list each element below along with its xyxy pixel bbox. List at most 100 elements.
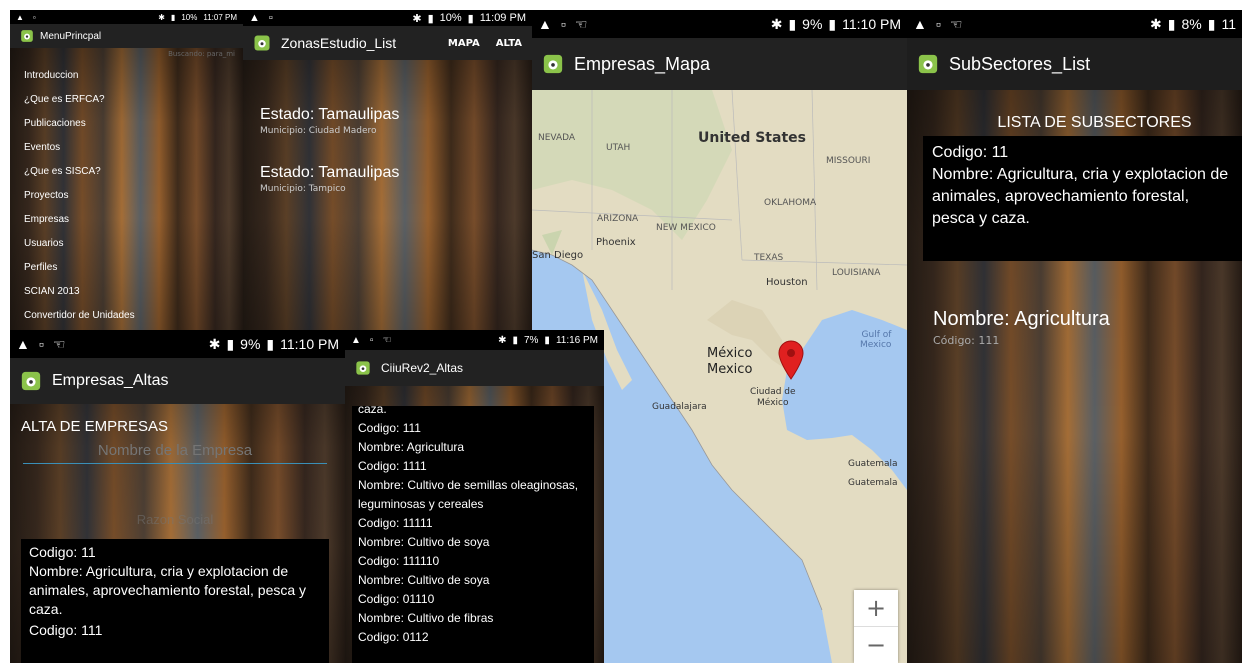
battery-icon: ▮ [828,15,837,32]
map-label-texas: TEXAS [754,253,784,263]
battery-icon: ▮ [1207,15,1216,32]
battery-percent: 10% [181,12,198,22]
map-marker-pin[interactable] [778,340,804,380]
zona-list-item[interactable]: Estado: Tamaulipas Municipio: Tampico [243,136,532,194]
screen-title: Empresas_Mapa [574,53,711,74]
ciiu-list-box: caza. Codigo: 111 Nombre: Agricultura Co… [352,406,594,663]
menu-item-que-es-erfca[interactable]: ¿Que es ERFCA? [10,88,243,112]
menu-title: MenuPrincpal [40,30,102,42]
list-line: Nombre: Cultivo de fibras [358,611,494,625]
map-label-united-states: United States [698,130,806,146]
action-bar: SubSectores_List [907,38,1242,90]
mapa-action[interactable]: MAPA [448,38,480,49]
zona-list-item[interactable]: Estado: Tamaulipas Municipio: Ciudad Mad… [243,60,532,136]
subsectores-screen: ▲ ▫ ☜ ✱ ▮ 8% ▮ 11 SubSectores_List LISTA DE SU… [907,10,1242,663]
menu-item-scian-2013[interactable]: SCIAN 2013 [10,280,243,304]
municipio-label: Municipio: Tampico [260,184,346,194]
action-bar: CiiuRev2_Altas [345,350,604,386]
status-time: 11:16 PM [555,334,598,346]
tap-icon: ☜ [382,334,392,346]
status-bar: ▲ ▫ ☜ ✱ ▮ 7% ▮ 11:16 PM [345,330,604,350]
battery-icon: ▮ [467,12,474,25]
status-time: 11:10 PM [842,16,901,32]
bluetooth-icon: ✱ [412,12,422,25]
alta-action[interactable]: ALTA [496,38,522,49]
status-time: 11:09 PM [479,12,526,24]
empresa-name-input[interactable] [23,438,327,464]
map-label-phoenix: Phoenix [596,237,636,248]
bluetooth-icon: ✱ [1150,15,1162,32]
alert-icon: ▲ [538,16,552,32]
zoom-out-button[interactable]: − [854,627,898,663]
screen-title: ZonasEstudio_List [281,35,397,51]
image-icon: ▫ [560,16,566,32]
menu-item-introduccion[interactable]: Introduccion [10,64,243,88]
list-line: Nombre: Cultivo de soya [358,573,490,587]
subsector-detail-box: Codigo: 11 Nombre: Agricultura, cria y e… [21,539,329,663]
zoom-controls: + − [854,590,898,663]
signal-icon: ▮ [226,335,235,352]
list-line: caza. [358,406,387,416]
bluetooth-icon: ✱ [770,15,783,32]
map-label-utah: UTAH [606,143,631,153]
menu-item-empresas[interactable]: Empresas [10,208,243,232]
menu-item-proyectos[interactable]: Proyectos [10,184,243,208]
menu-item-que-es-sisca[interactable]: ¿Que es SISCA? [10,160,243,184]
action-bar: Empresas_Altas [10,358,345,404]
bluetooth-icon: ✱ [208,335,221,352]
menu-item-convertidor[interactable]: Convertidor de Unidades [10,304,243,328]
signal-icon: ▮ [788,15,797,32]
android-app-icon [356,361,370,375]
subsector-list-item[interactable]: Nombre: Agricultura Código: 111 [933,308,1110,347]
municipio-label: Municipio: Ciudad Madero [260,126,377,136]
signal-icon: ▮ [1167,15,1176,32]
ciiu-altas-screen: ▲ ▫ ☜ ✱ ▮ 7% ▮ 11:16 PM CiiuRev2_Altas caza. C… [345,330,604,663]
signal-icon: ▮ [427,12,434,25]
battery-icon: ▮ [544,334,550,346]
alert-icon: ▲ [351,334,361,346]
list-line: Codigo: 01110 [358,592,435,606]
bluetooth-icon: ✱ [498,334,507,346]
map-label-new-mexico: NEW MEXICO [656,223,716,233]
nombre-label: Nombre: Agricultura, cria y explotacion … [29,563,307,617]
alert-icon: ▲ [249,12,260,24]
empresas-altas-screen: ▲ ▫ ☜ ✱ ▮ 9% ▮ 11:10 PM Empresas_Altas ALTA DE… [10,330,345,663]
estado-label: Estado: Tamaulipas [260,106,400,123]
menu-item-publicaciones[interactable]: Publicaciones [10,112,243,136]
list-line: Codigo: 111110 [358,554,440,568]
menu-header: MenuPrincpal [10,24,243,48]
map-label-houston: Houston [766,277,808,288]
menu-principal-screen: ▲ ▫ ✱ ▮ 10% 11:07 PM MenuPrincpal Buscando: … [10,10,243,330]
list-line: Codigo: 111 [358,421,421,435]
nombre-label: Nombre: Agricultura, cria y explotacion … [932,166,1229,227]
android-app-icon [21,371,41,391]
map-label-louisiana: LOUISIANA [832,268,881,278]
list-line: Nombre: Cultivo de semillas oleaginosas,… [358,478,579,511]
battery-percent: 9% [240,336,261,352]
codigo-label: Codigo: 11 [932,144,1009,161]
menu-item-usuarios[interactable]: Usuarios [10,232,243,256]
zoom-in-button[interactable]: + [854,590,898,627]
tap-icon: ☜ [949,15,963,32]
item-nombre: Nombre: Agricultura [933,308,1110,330]
status-bar: ▲ ▫ ☜ ✱ ▮ 8% ▮ 11 [907,10,1242,38]
battery-percent: 10% [439,12,462,24]
list-line: Nombre: Cultivo de soya [358,535,490,549]
menu-item-perfiles[interactable]: Perfiles [10,256,243,280]
battery-icon: ▮ [266,335,275,352]
bluetooth-icon: ✱ [158,12,165,22]
codigo-label: Codigo: 11 [29,544,96,560]
map-label-gulf: Gulf of Mexico [860,330,892,350]
list-line: Codigo: 11111 [358,516,433,530]
status-bar: ▲ ▫ ☜ ✱ ▮ 9% ▮ 11:10 PM [532,10,907,38]
menu-item-eventos[interactable]: Eventos [10,136,243,160]
battery-percent: 9% [802,16,823,32]
estado-label: Estado: Tamaulipas [260,164,400,181]
razon-social-input[interactable] [23,506,327,532]
image-icon: ▫ [32,12,36,22]
search-hint: Buscando: para_mi [168,50,235,58]
map-label-guatemala: Guatemala [848,459,898,469]
signal-icon: ▮ [170,12,176,22]
image-icon: ▫ [38,336,44,352]
status-bar: ▲ ▫ ✱ ▮ 10% 11:07 PM [10,10,243,24]
